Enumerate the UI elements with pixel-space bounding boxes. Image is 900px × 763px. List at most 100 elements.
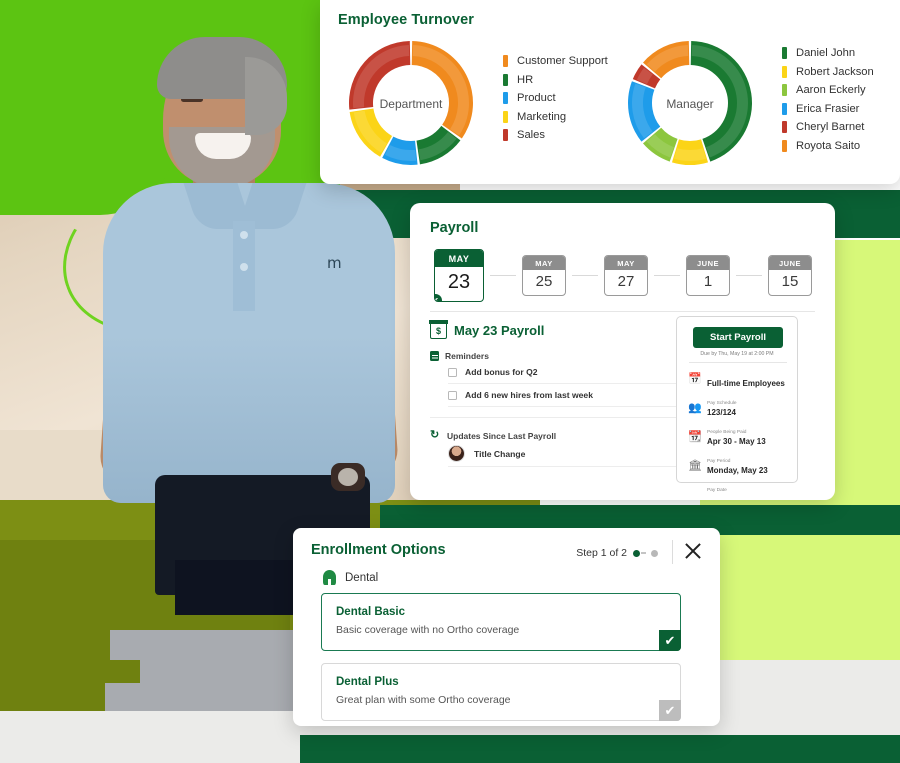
legend-swatch-icon: [503, 129, 508, 142]
updates-heading: ↻ Updates Since Last Payroll: [430, 430, 680, 441]
reminder-item[interactable]: Add 6 new hires from last week: [448, 384, 680, 407]
people-icon: 👥: [688, 402, 702, 414]
person-shirt-button-1: [240, 231, 248, 239]
calendar-dollar-icon: 📅: [688, 373, 702, 385]
calendar-dollar-icon: $: [429, 320, 448, 339]
plan-description: Basic coverage with no Ortho coverage: [336, 624, 520, 636]
date-day: 23: [447, 271, 471, 293]
department-donut-center-label: Department: [379, 96, 443, 111]
payroll-subtitle-text: May 23 Payroll: [454, 322, 545, 338]
legend-swatch-icon: [782, 121, 787, 134]
legend-item[interactable]: HR: [503, 71, 608, 90]
enrollment-step-indicator: Step 1 of 2: [576, 547, 658, 559]
person-shirt-button-2: [240, 263, 248, 271]
reminder-checkbox[interactable]: [448, 390, 457, 400]
stat-value: Monday, May 23: [707, 466, 768, 475]
timeline-connector: [572, 275, 598, 276]
plan-option-dental-basic[interactable]: Dental Basic Basic coverage with no Orth…: [321, 593, 681, 651]
payroll-date-june-1[interactable]: JUNE 1: [686, 255, 730, 296]
date-month: MAY: [435, 250, 483, 267]
stat-value: 123/124: [707, 408, 736, 417]
start-payroll-button[interactable]: Start Payroll: [693, 327, 783, 348]
step-dot-active[interactable]: [633, 549, 640, 557]
refresh-icon: ↻: [430, 429, 440, 441]
department-donut-chart[interactable]: Department: [341, 36, 481, 171]
legend-item[interactable]: Sales: [503, 126, 608, 145]
legend-swatch-icon: [503, 55, 508, 68]
reminder-label: Add 6 new hires from last week: [465, 390, 593, 400]
shirt-logo-icon: m: [327, 254, 342, 272]
payroll-separator: [430, 311, 815, 312]
legend-label: Product: [517, 92, 556, 105]
reminders-group: Reminders Add bonus for Q2 Add 6 new hir…: [430, 351, 680, 407]
legend-swatch-icon: [782, 139, 787, 152]
reminder-item[interactable]: Add bonus for Q2: [448, 361, 680, 384]
legend-swatch-icon: [503, 110, 508, 123]
plan-option-dental-plus[interactable]: Dental Plus Great plan with some Ortho c…: [321, 663, 681, 721]
plan-selected-check-icon[interactable]: ✔: [659, 630, 681, 651]
background-grey-right: [700, 660, 900, 730]
legend-item[interactable]: Robert Jackson: [782, 63, 874, 82]
plan-description: Great plan with some Ortho coverage: [336, 694, 511, 706]
legend-item[interactable]: Customer Support: [503, 52, 608, 71]
reminder-checkbox[interactable]: [448, 367, 457, 377]
employee-turnover-card: Employee Turnover Department Customer Su…: [320, 0, 900, 184]
timeline-connector: [490, 275, 516, 276]
legend-item[interactable]: Cheryl Barnet: [782, 118, 874, 137]
panel-separator: [689, 362, 787, 363]
enrollment-options-card: Enrollment Options Step 1 of 2 Dental De…: [293, 528, 720, 726]
legend-item[interactable]: Product: [503, 89, 608, 108]
date-day: 1: [703, 273, 713, 290]
date-day: 25: [535, 273, 553, 290]
legend-item[interactable]: Erica Frasier: [782, 100, 874, 119]
legend-item[interactable]: Aaron Eckerly: [782, 81, 874, 100]
legend-label: Aaron Eckerly: [796, 84, 866, 97]
header-divider: [672, 540, 673, 564]
legend-item[interactable]: Daniel John: [782, 44, 874, 63]
close-icon[interactable]: [682, 540, 704, 562]
date-month: MAY: [605, 256, 647, 270]
enrollment-title: Enrollment Options: [311, 542, 446, 558]
legend-swatch-icon: [782, 47, 787, 60]
date-month: MAY: [523, 256, 565, 270]
payroll-due-text: Due by Thu, May 19 at 2:00 PM: [700, 351, 774, 357]
payroll-stat-row: 🏛 Monday, May 23 Pay Date: [688, 460, 792, 496]
person-watch-face: [338, 468, 358, 486]
stat-value: Full-time Employees: [707, 379, 785, 388]
updates-heading-text: Updates Since Last Payroll: [447, 430, 557, 441]
payroll-date-may-27[interactable]: MAY 27: [604, 255, 648, 296]
update-item[interactable]: Title Change: [448, 441, 680, 467]
enrollment-category-label: Dental: [345, 571, 379, 584]
date-day: 15: [781, 273, 799, 290]
legend-item[interactable]: Marketing: [503, 108, 608, 127]
avatar: [448, 445, 465, 462]
legend-label: Marketing: [517, 110, 567, 123]
plan-name: Dental Basic: [336, 606, 406, 618]
legend-label: Daniel John: [796, 47, 856, 60]
payroll-title: Payroll: [430, 220, 479, 236]
stat-label: Pay Date: [707, 488, 727, 493]
note-icon: [430, 351, 439, 361]
update-label: Title Change: [474, 448, 526, 459]
manager-donut-chart[interactable]: Manager: [620, 36, 760, 171]
payroll-summary-panel: Start Payroll Due by Thu, May 19 at 2:00…: [676, 316, 798, 493]
legend-label: Erica Frasier: [796, 102, 860, 115]
legend-swatch-icon: [782, 84, 787, 97]
plan-unselected-check-icon[interactable]: ✔: [659, 700, 681, 721]
payroll-timeline: MAY23✔MAY25MAY27JUNE1JUNE15: [434, 248, 812, 303]
legend-label: Cheryl Barnet: [796, 121, 865, 134]
legend-item[interactable]: Royota Saito: [782, 137, 874, 156]
payroll-date-june-15[interactable]: JUNE 15: [768, 255, 812, 296]
legend-label: HR: [517, 73, 534, 86]
manager-donut-center-label: Manager: [666, 96, 714, 111]
page-root: m Employee Turnover Department Customer …: [0, 0, 900, 763]
legend-label: Royota Saito: [796, 139, 861, 152]
legend-swatch-icon: [782, 65, 787, 78]
manager-legend: Daniel John Robert Jackson Aaron Eckerly Er…: [782, 44, 874, 155]
step-dot-inactive[interactable]: [651, 549, 658, 557]
step-dot-connector: [641, 552, 646, 554]
enrollment-step-text: Step 1 of 2: [576, 547, 627, 559]
payroll-date-may-23[interactable]: MAY23✔: [434, 249, 484, 302]
payroll-date-may-25[interactable]: MAY 25: [522, 255, 566, 296]
enrollment-category: Dental: [323, 570, 378, 585]
